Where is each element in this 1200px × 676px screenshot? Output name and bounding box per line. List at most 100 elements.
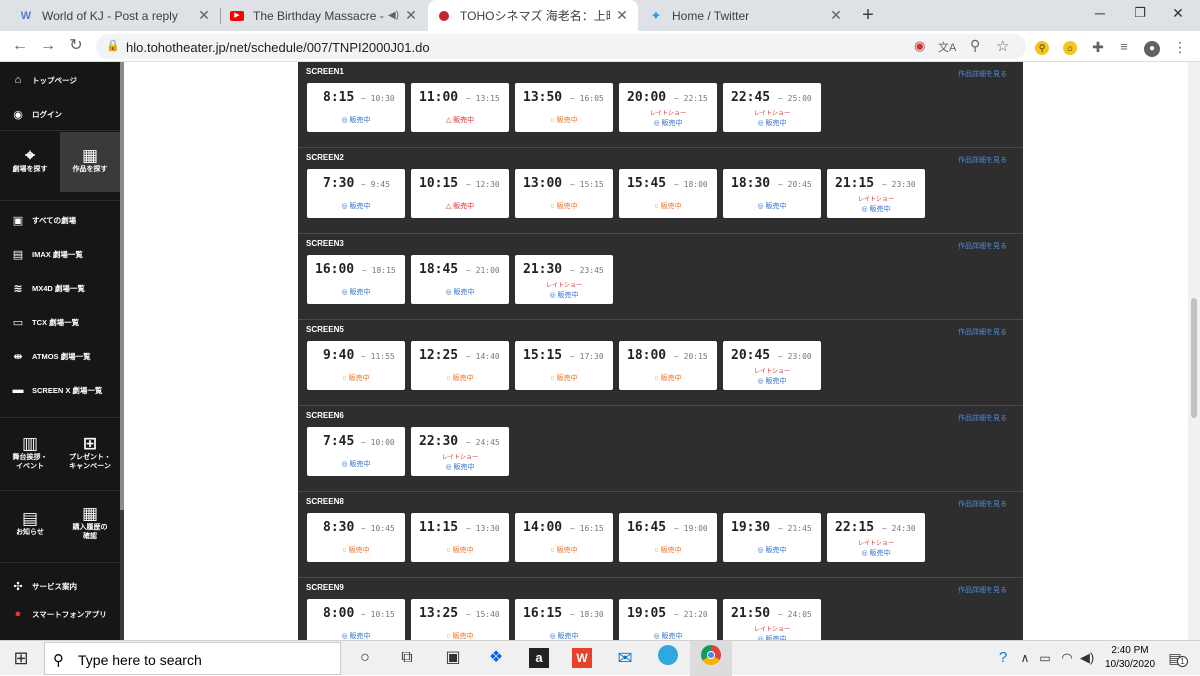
zoom-icon[interactable]: ⚲ [970, 37, 980, 54]
showtime-card[interactable]: 20:45 ~ 23:00 レイトショー ◎ 販売中 [723, 341, 821, 390]
sidebar-item-news[interactable]: ▤ お知らせ [0, 492, 60, 558]
showtime-card[interactable]: 15:15 ~ 17:30 ○ 販売中 [515, 341, 613, 390]
tab-birthday-massacre[interactable]: ▶ The Birthday Massacre - Sup ◀) ✕ [221, 0, 427, 31]
maximize-button[interactable]: ❐ [1130, 5, 1150, 21]
extensions-puzzle-icon[interactable]: ✚ [1090, 39, 1106, 55]
movie-detail-link[interactable]: 作品詳細を見る [958, 155, 1007, 165]
showtime-card[interactable]: 13:50 ~ 16:05 ○ 販売中 [515, 83, 613, 132]
speaker-icon[interactable]: ◀) [388, 10, 399, 21]
sidebar-item-service[interactable]: ✣ サービス案内 [0, 571, 120, 601]
showtime-card[interactable]: 8:30 ~ 10:45 ○ 販売中 [307, 513, 405, 562]
lock-icon[interactable]: 🔒 [106, 39, 120, 52]
showtime-card[interactable]: 21:15 ~ 23:30 レイトショー ◎ 販売中 [827, 169, 925, 218]
showtime-card[interactable]: 8:00 ~ 10:15 ◎ 販売中 [307, 599, 405, 640]
dropbox-icon[interactable]: ❖ [483, 645, 509, 671]
notification-icon[interactable]: ▤ 1 [1162, 645, 1188, 671]
sidebar-item-top-page[interactable]: ⌂ トップページ [0, 65, 120, 95]
taskbar-clock[interactable]: 2:40 PM 10/30/2020 [1100, 644, 1160, 672]
showtime-card[interactable]: 19:30 ~ 21:45 ◎ 販売中 [723, 513, 821, 562]
mail-icon[interactable]: ✉ [612, 645, 638, 671]
sidebar-item-login[interactable]: ◉ ログイン [0, 99, 120, 129]
office-icon[interactable]: W [569, 645, 595, 671]
close-window-button[interactable]: ✕ [1168, 5, 1188, 22]
showtime-card[interactable]: 9:40 ~ 11:55 ○ 販売中 [307, 341, 405, 390]
showtime-card[interactable]: 11:15 ~ 13:30 ○ 販売中 [411, 513, 509, 562]
minimize-button[interactable]: ─ [1090, 5, 1110, 21]
showtime-card[interactable]: 21:30 ~ 23:45 レイトショー ◎ 販売中 [515, 255, 613, 304]
back-button[interactable]: ← [8, 35, 32, 57]
showtime-card[interactable]: 18:30 ~ 20:45 ◎ 販売中 [723, 169, 821, 218]
close-icon[interactable]: ✕ [614, 7, 630, 24]
showtime-card[interactable]: 20:00 ~ 22:15 レイトショー ◎ 販売中 [619, 83, 717, 132]
sidebar-item-screenx[interactable]: ▬ SCREEN X 劇場一覧 [0, 375, 120, 405]
showtime-card[interactable]: 16:00 ~ 18:15 ◎ 販売中 [307, 255, 405, 304]
showtime-card[interactable]: 18:45 ~ 21:00 ◎ 販売中 [411, 255, 509, 304]
sidebar-item-imax[interactable]: ▤ IMAX 劇場一覧 [0, 239, 120, 269]
extension-search-icon[interactable]: ⚲ [1034, 39, 1050, 55]
media-queue-icon[interactable]: ≡ [1116, 39, 1132, 55]
close-icon[interactable]: ✕ [403, 7, 419, 24]
showtime-card[interactable]: 14:00 ~ 16:15 ○ 販売中 [515, 513, 613, 562]
bookmark-star-icon[interactable]: ☆ [996, 37, 1009, 55]
chrome-icon[interactable] [698, 645, 724, 671]
amazon-icon[interactable]: a [526, 645, 552, 671]
movie-detail-link[interactable]: 作品詳細を見る [958, 413, 1007, 423]
sidebar-item-atmos[interactable]: ⇹ ATMOS 劇場一覧 [0, 341, 120, 371]
showtime-card[interactable]: 11:00 ~ 13:15 △ 販売中 [411, 83, 509, 132]
tab-toho-cinemas[interactable]: TOHOシネマズ 海老名：上映スケジ ✕ [428, 0, 638, 31]
screen-row: SCREEN2 作品詳細を見る 7:30 ~ 9:45 ◎ 販売中 10:15 ~ 12:3… [298, 148, 1023, 234]
close-icon[interactable]: ✕ [828, 7, 844, 24]
showtime-card[interactable]: 22:15 ~ 24:30 レイトショー ◎ 販売中 [827, 513, 925, 562]
showtime-card[interactable]: 8:15 ~ 10:30 ◎ 販売中 [307, 83, 405, 132]
sidebar-item-find-theater[interactable]: ⌖ 劇場を探す [0, 132, 60, 192]
reload-button[interactable]: ↻ [64, 35, 88, 57]
chrome-menu-icon[interactable]: ⋮ [1172, 39, 1188, 55]
sidebar-item-mx4d[interactable]: ≋ MX4D 劇場一覧 [0, 273, 120, 303]
showtime-card[interactable]: 21:50 ~ 24:05 レイトショー ◎ 販売中 [723, 599, 821, 640]
showtime-card[interactable]: 15:45 ~ 18:00 ○ 販売中 [619, 169, 717, 218]
sidebar-item-tcx[interactable]: ▭ TCX 劇場一覧 [0, 307, 120, 337]
showtime-card[interactable]: 22:45 ~ 25:00 レイトショー ◎ 販売中 [723, 83, 821, 132]
edge-icon[interactable] [655, 645, 681, 671]
new-tab-button[interactable]: + [858, 4, 878, 26]
sidebar-item-find-movie[interactable]: ▦ 作品を探す [60, 132, 120, 192]
taskbar-search-box[interactable]: ⚲ Type here to search [44, 642, 341, 675]
tab-twitter[interactable]: ✦ Home / Twitter ✕ [640, 0, 852, 31]
task-view-icon[interactable]: ⧉ [394, 645, 420, 671]
showtime-card[interactable]: 13:25 ~ 15:40 ○ 販売中 [411, 599, 509, 640]
showtime-card[interactable]: 16:45 ~ 19:00 ○ 販売中 [619, 513, 717, 562]
forward-button[interactable]: → [36, 35, 60, 57]
sidebar-item-app[interactable]: ● スマートフォンアプリ [0, 599, 120, 629]
sidebar-item-campaign[interactable]: ⊞ プレゼント・ キャンペーン [60, 422, 120, 488]
windows-start-icon[interactable]: ⊞ [8, 645, 34, 671]
showtime-card[interactable]: 22:30 ~ 24:45 レイトショー ◎ 販売中 [411, 427, 509, 476]
sidebar-item-events[interactable]: ▥ 舞台挨拶・ イベント [0, 422, 60, 488]
translate-icon[interactable]: 文A [938, 39, 956, 55]
movie-detail-link[interactable]: 作品詳細を見る [958, 499, 1007, 509]
movie-detail-link[interactable]: 作品詳細を見る [958, 585, 1007, 595]
showtime-card[interactable]: 7:30 ~ 9:45 ◎ 販売中 [307, 169, 405, 218]
movie-detail-link[interactable]: 作品詳細を見る [958, 69, 1007, 79]
showtime-card[interactable]: 13:00 ~ 15:15 ○ 販売中 [515, 169, 613, 218]
showtime-card[interactable]: 19:05 ~ 21:20 ◎ 販売中 [619, 599, 717, 640]
profile-avatar-icon[interactable]: ● [1144, 39, 1160, 57]
start-time: 9:40 [323, 348, 355, 363]
showtime-card[interactable]: 18:00 ~ 20:15 ○ 販売中 [619, 341, 717, 390]
movie-detail-link[interactable]: 作品詳細を見る [958, 327, 1007, 337]
showtime-card[interactable]: 7:45 ~ 10:00 ◎ 販売中 [307, 427, 405, 476]
cortana-icon[interactable]: ○ [352, 645, 378, 671]
showtime-card[interactable]: 16:15 ~ 18:30 ◎ 販売中 [515, 599, 613, 640]
close-icon[interactable]: ✕ [196, 7, 212, 24]
site-blocked-icon[interactable]: ◉ [914, 38, 925, 54]
sidebar-item-purchase-history[interactable]: ▦ 購入履歴の 確認 [60, 492, 120, 558]
page-scrollbar-thumb[interactable] [1191, 298, 1197, 418]
store-icon[interactable]: ▣ [440, 645, 466, 671]
showtime-card[interactable]: 12:25 ~ 14:40 ○ 販売中 [411, 341, 509, 390]
extension-home-icon[interactable]: ⌂ [1062, 39, 1078, 55]
tab-world-of-kj[interactable]: W World of KJ - Post a reply ✕ [10, 0, 220, 31]
address-bar[interactable]: 🔒 hlo.tohotheater.jp/net/schedule/007/TN… [96, 34, 1026, 59]
showtime-card[interactable]: 10:15 ~ 12:30 △ 販売中 [411, 169, 509, 218]
sidebar-item-all-theaters[interactable]: ▣ すべての劇場 [0, 205, 120, 235]
volume-icon[interactable]: ◀) [1074, 645, 1100, 671]
movie-detail-link[interactable]: 作品詳細を見る [958, 241, 1007, 251]
